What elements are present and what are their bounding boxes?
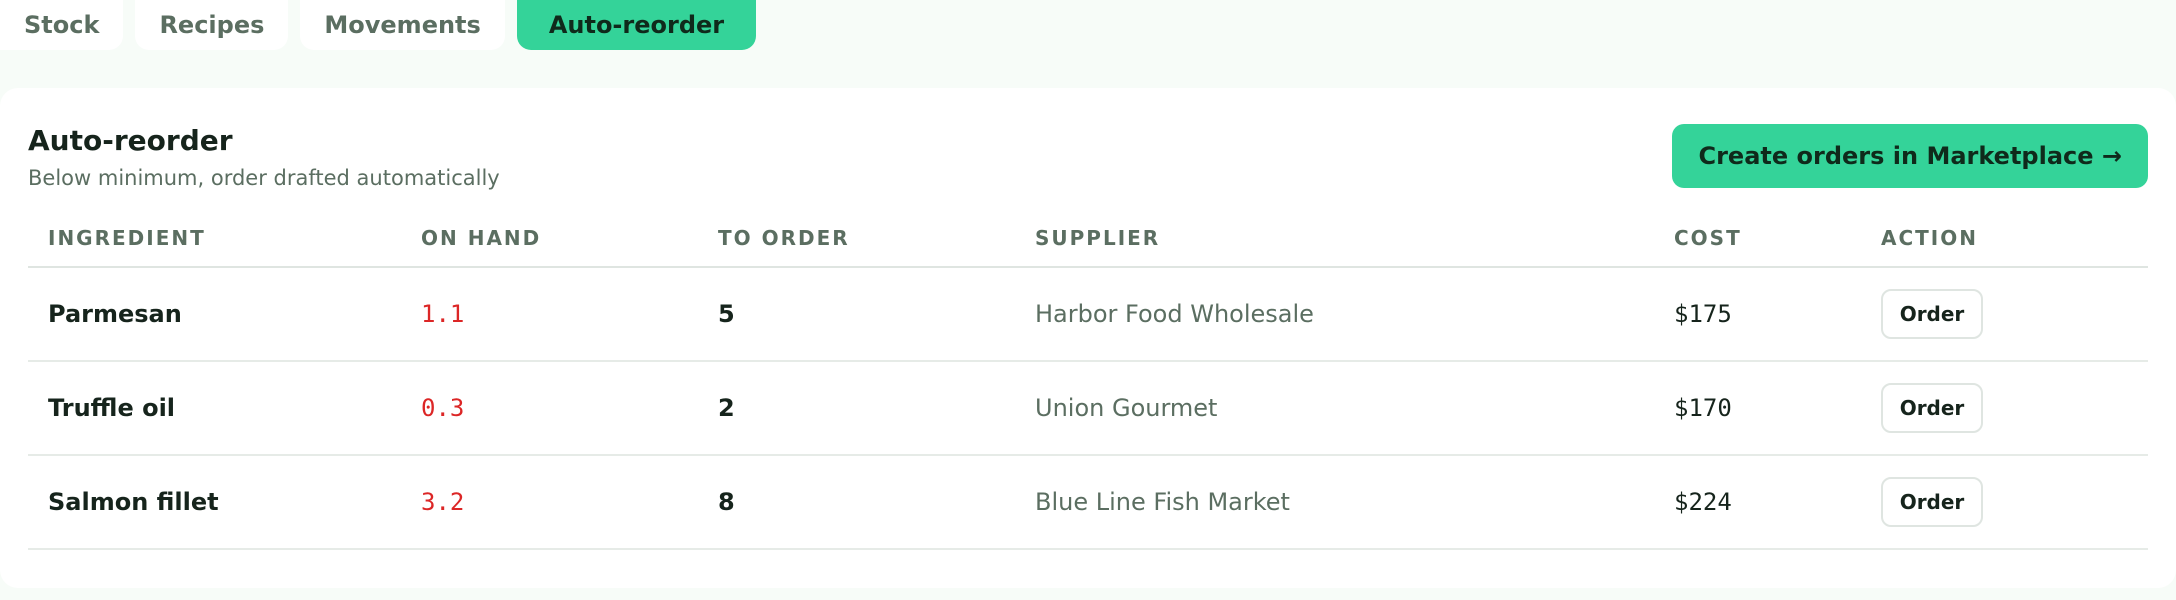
tab-bar: Stock Recipes Movements Auto-reorder	[0, 0, 757, 52]
cost-value: $170	[1674, 394, 1732, 422]
column-header-action: ACTION	[1881, 226, 1978, 250]
action-cell: Order	[1881, 268, 1983, 360]
order-button[interactable]: Order	[1881, 383, 1983, 433]
column-header-cost: COST	[1674, 226, 1742, 250]
action-cell: Order	[1881, 362, 1983, 454]
table-row: Parmesan 1.1 5 Harbor Food Wholesale $17…	[28, 268, 2148, 362]
column-header-to-order: TO ORDER	[718, 226, 850, 250]
table-row: Truffle oil 0.3 2 Union Gourmet $170 Ord…	[28, 362, 2148, 456]
create-orders-button[interactable]: Create orders in Marketplace →	[1672, 124, 2148, 188]
column-header-ingredient: INGREDIENT	[48, 226, 206, 250]
tab-stock[interactable]: Stock	[0, 0, 124, 50]
on-hand-value: 3.2	[421, 488, 465, 516]
tab-movements[interactable]: Movements	[300, 0, 505, 50]
column-header-supplier: SUPPLIER	[1035, 226, 1161, 250]
table-row: Salmon fillet 3.2 8 Blue Line Fish Marke…	[28, 456, 2148, 550]
reorder-table: INGREDIENT ON HAND TO ORDER SUPPLIER COS…	[28, 210, 2148, 550]
on-hand-value: 1.1	[421, 300, 465, 328]
column-header-on-hand: ON HAND	[421, 226, 542, 250]
order-button[interactable]: Order	[1881, 477, 1983, 527]
to-order-value: 5	[718, 300, 735, 328]
order-button[interactable]: Order	[1881, 289, 1983, 339]
supplier-name: Harbor Food Wholesale	[1035, 300, 1314, 328]
to-order-value: 8	[718, 488, 735, 516]
supplier-name: Blue Line Fish Market	[1035, 488, 1290, 516]
tab-auto-reorder[interactable]: Auto-reorder	[516, 0, 757, 50]
on-hand-value: 0.3	[421, 394, 465, 422]
action-cell: Order	[1881, 456, 1983, 548]
cost-value: $224	[1674, 488, 1732, 516]
panel-title: Auto-reorder	[28, 124, 233, 157]
auto-reorder-panel: Auto-reorder Below minimum, order drafte…	[0, 88, 2176, 588]
table-header-row: INGREDIENT ON HAND TO ORDER SUPPLIER COS…	[28, 210, 2148, 268]
tab-recipes[interactable]: Recipes	[135, 0, 289, 50]
to-order-value: 2	[718, 394, 735, 422]
ingredient-name: Truffle oil	[48, 394, 176, 422]
ingredient-name: Salmon fillet	[48, 488, 219, 516]
supplier-name: Union Gourmet	[1035, 394, 1218, 422]
ingredient-name: Parmesan	[48, 300, 182, 328]
cost-value: $175	[1674, 300, 1732, 328]
panel-subtitle: Below minimum, order drafted automatical…	[28, 166, 500, 190]
